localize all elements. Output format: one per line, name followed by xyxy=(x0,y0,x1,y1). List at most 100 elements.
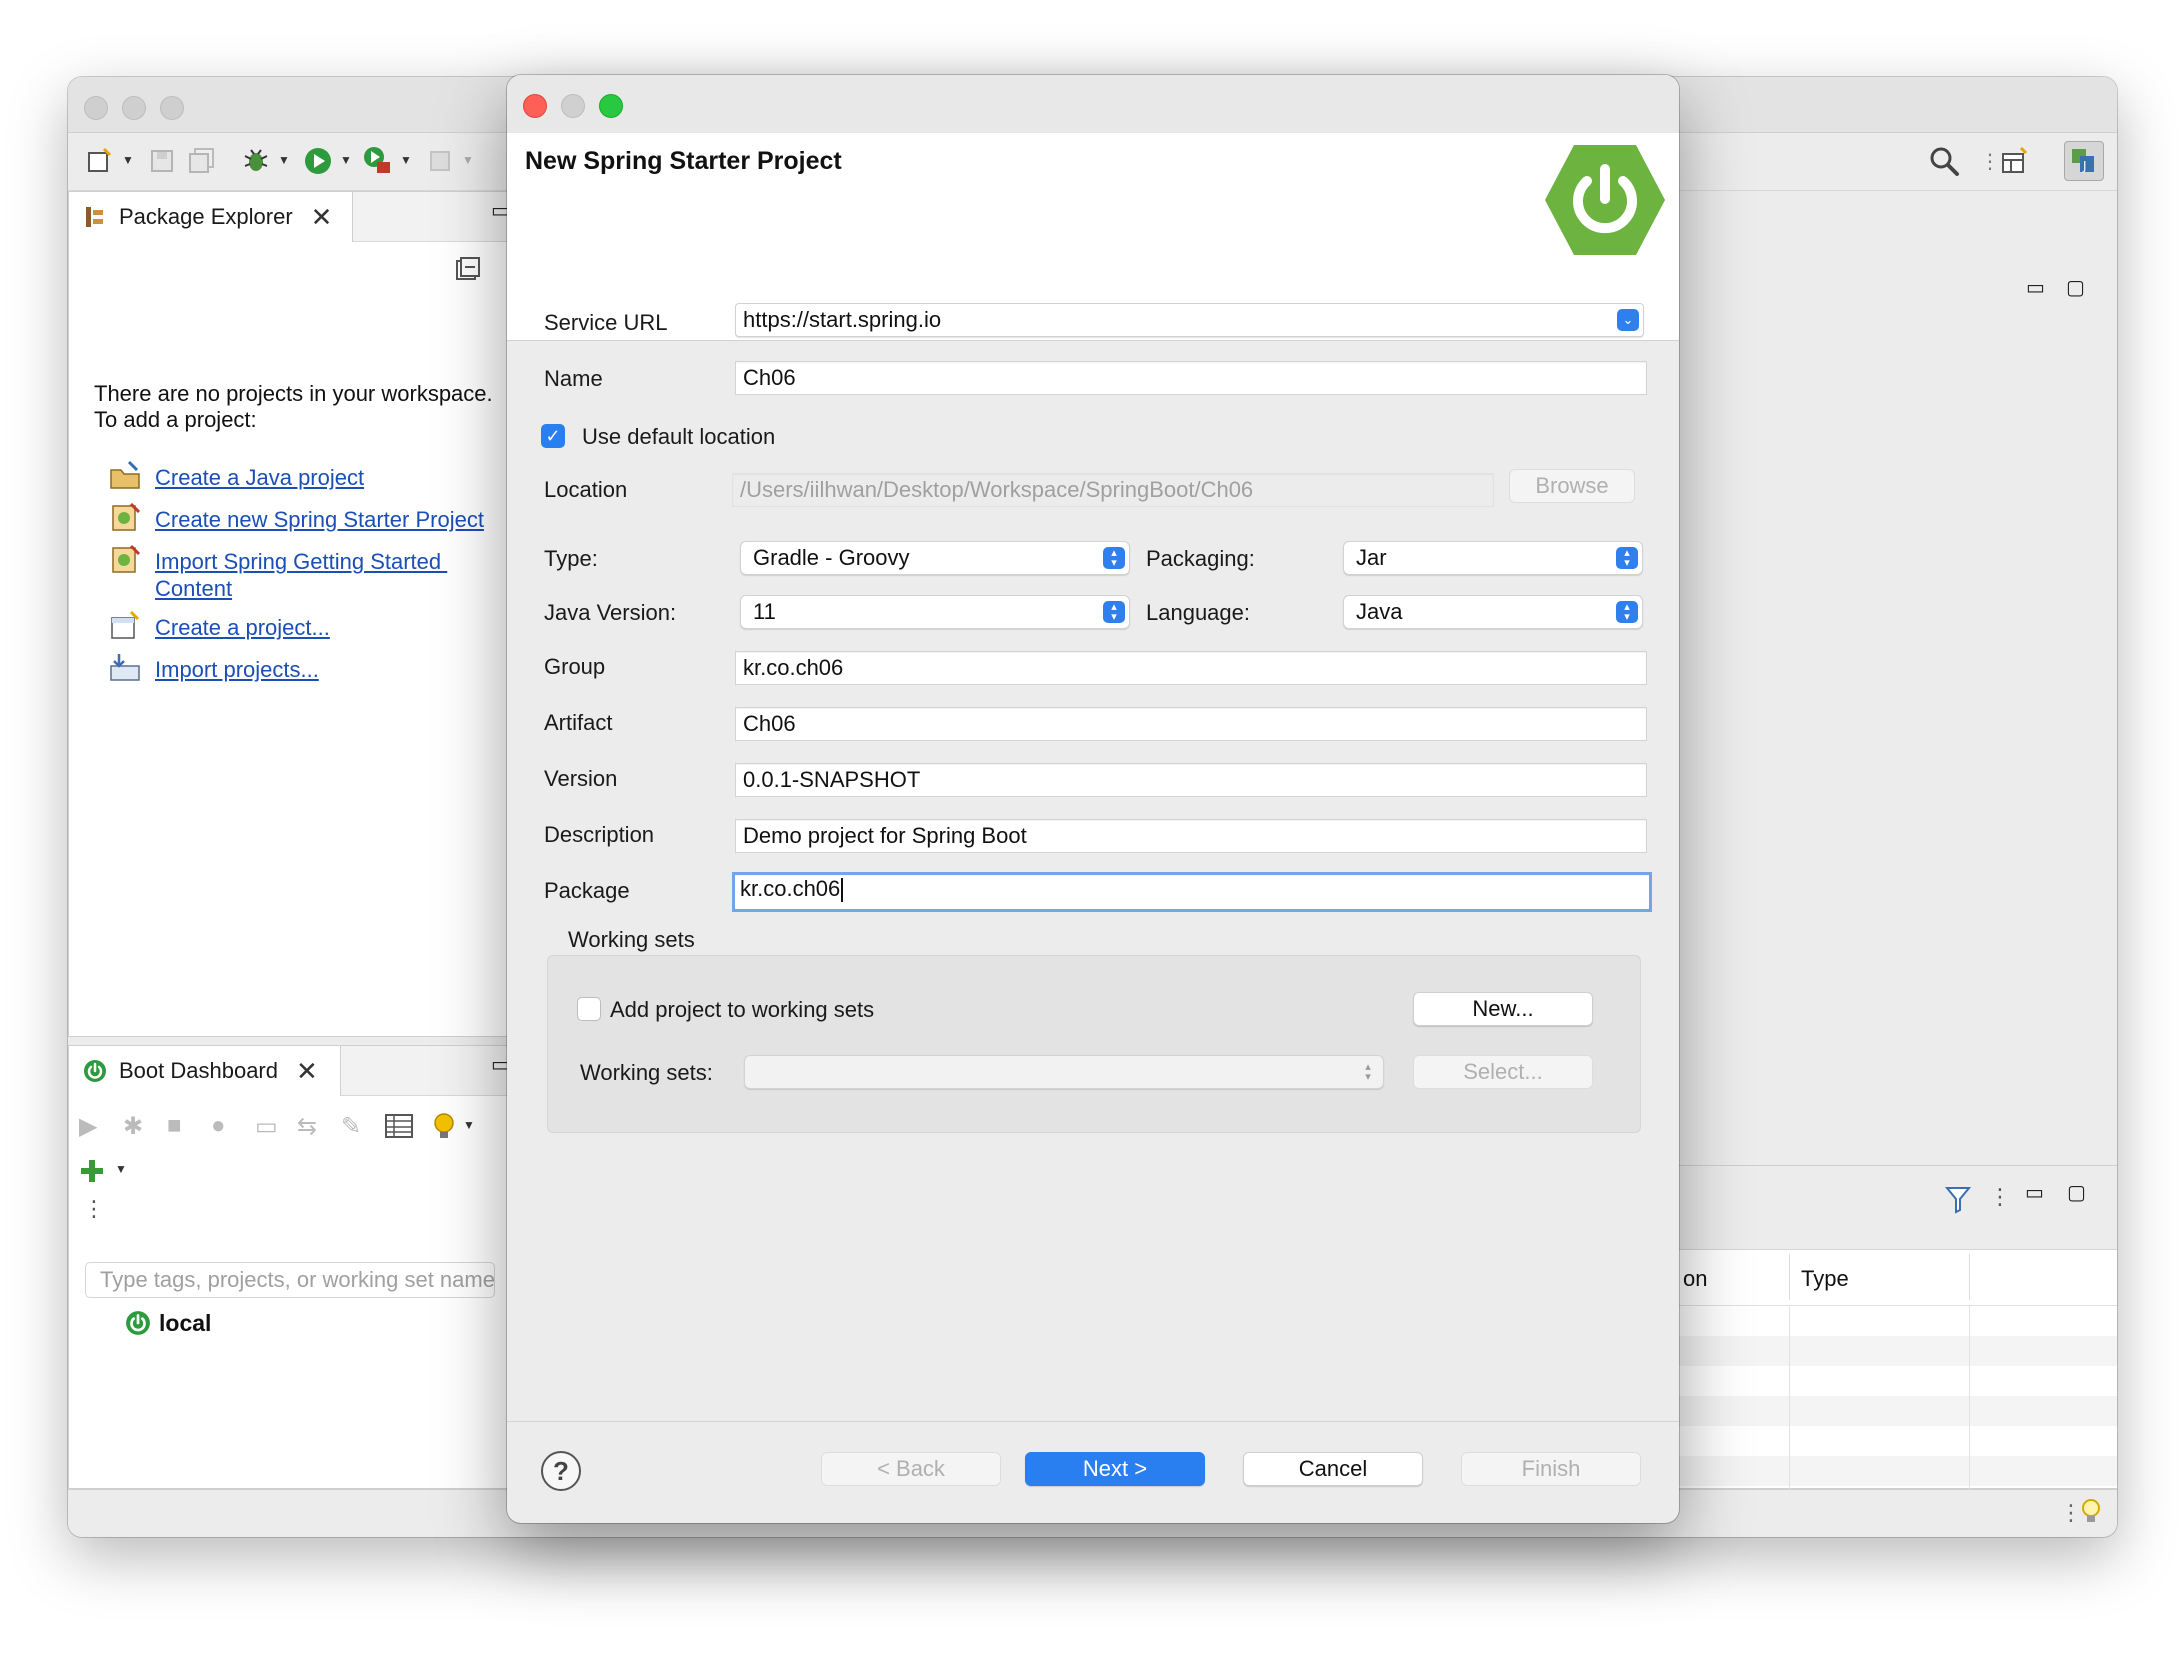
java-version-select[interactable]: 11 ▴ ▾ xyxy=(740,595,1130,629)
boot-dashboard-filter-input[interactable]: Type tags, projects, or working set name… xyxy=(85,1262,495,1298)
filter-icon[interactable] xyxy=(1944,1186,1972,1219)
dialog-zoom-button[interactable] xyxy=(599,94,623,118)
ide-zoom-button[interactable] xyxy=(160,96,184,120)
stop-icon[interactable] xyxy=(424,145,456,177)
tab-boot-dashboard[interactable]: Boot Dashboard ✕ xyxy=(69,1046,341,1096)
table-icon[interactable] xyxy=(385,1114,413,1143)
new-working-set-button[interactable]: New... xyxy=(1413,992,1593,1026)
table-row xyxy=(1677,1336,2117,1366)
type-select[interactable]: Gradle - Groovy ▴ ▾ xyxy=(740,541,1130,575)
maximize-view-icon[interactable]: ▢ xyxy=(2067,1180,2086,1205)
package-value: kr.co.ch06 xyxy=(740,876,841,901)
location-field[interactable]: /Users/iilhwan/Desktop/Workspace/SpringB… xyxy=(732,473,1494,507)
collapse-all-icon[interactable] xyxy=(455,256,481,287)
create-spring-starter-project-link[interactable]: Create new Spring Starter Project xyxy=(155,506,484,533)
import-projects-icon xyxy=(109,652,143,682)
name-field[interactable]: Ch06 xyxy=(735,361,1647,395)
package-explorer-panel: Package Explorer ✕ ▭ There are no projec… xyxy=(68,191,514,1037)
artifact-field[interactable]: Ch06 xyxy=(735,707,1647,741)
debug-start-icon[interactable]: ✱ xyxy=(123,1112,143,1141)
start-icon[interactable]: ▶ xyxy=(79,1112,97,1141)
external-tool-dropdown-icon[interactable]: ▼ xyxy=(400,153,412,167)
spring-guides-icon xyxy=(109,544,143,574)
new-icon[interactable] xyxy=(84,145,116,177)
save-icon[interactable] xyxy=(146,145,178,177)
close-icon[interactable]: ✕ xyxy=(296,1056,318,1087)
save-all-icon[interactable] xyxy=(186,145,218,177)
debug-dropdown-icon[interactable]: ▼ xyxy=(278,153,290,167)
help-button[interactable]: ? xyxy=(541,1451,581,1491)
cancel-button[interactable]: Cancel xyxy=(1243,1452,1423,1486)
description-field[interactable]: Demo project for Spring Boot xyxy=(735,819,1647,853)
create-java-project-link[interactable]: Create a Java project xyxy=(155,464,364,491)
working-sets-combo[interactable]: ▴ ▾ xyxy=(744,1055,1384,1089)
service-url-combo[interactable]: https://start.spring.io ⌄ xyxy=(735,303,1644,337)
view-menu-icon[interactable]: ⋮ xyxy=(1989,1184,2011,1210)
footer-separator xyxy=(507,1421,1679,1422)
spring-starter-project-icon xyxy=(109,502,143,532)
debug-icon[interactable] xyxy=(240,145,272,177)
type-label: Type: xyxy=(544,546,598,571)
search-icon[interactable] xyxy=(1928,145,1960,177)
problems-panel: ⋮ ▭ ▢ on Type xyxy=(1676,1165,2117,1490)
edit-icon[interactable]: ✎ xyxy=(341,1112,361,1141)
dialog-minimize-button[interactable] xyxy=(561,94,585,118)
description-label: Description xyxy=(544,822,655,847)
minimize-editor-icon[interactable]: ▭ xyxy=(2026,275,2045,300)
tip-lightbulb-icon[interactable] xyxy=(2080,1498,2102,1533)
add-to-working-sets-checkbox[interactable] xyxy=(577,997,601,1021)
dialog-close-button[interactable] xyxy=(523,94,547,118)
finish-button[interactable]: Finish xyxy=(1461,1452,1641,1486)
select-working-sets-button[interactable]: Select... xyxy=(1413,1055,1593,1089)
stop-dropdown-icon[interactable]: ▼ xyxy=(462,153,474,167)
packaging-select[interactable]: Jar ▴ ▾ xyxy=(1343,541,1643,575)
maximize-editor-icon[interactable]: ▢ xyxy=(2066,275,2085,300)
back-button[interactable]: < Back xyxy=(821,1452,1001,1486)
lightbulb-dropdown-icon[interactable]: ▼ xyxy=(463,1118,475,1132)
tab-package-explorer[interactable]: Package Explorer ✕ xyxy=(69,192,353,242)
column-header-location[interactable]: on xyxy=(1683,1266,1707,1292)
open-perspective-icon[interactable] xyxy=(1998,145,2030,177)
version-field[interactable]: 0.0.1-SNAPSHOT xyxy=(735,763,1647,797)
local-target-label[interactable]: local xyxy=(159,1310,211,1337)
type-value: Gradle - Groovy xyxy=(753,545,910,570)
column-divider xyxy=(1969,1254,1970,1300)
status-more-icon[interactable]: ⋮ xyxy=(2060,1500,2082,1526)
close-icon[interactable]: ✕ xyxy=(311,202,333,233)
import-projects-link[interactable]: Import projects... xyxy=(155,656,319,683)
next-button[interactable]: Next > xyxy=(1025,1452,1205,1486)
java-perspective-icon[interactable]: J xyxy=(2064,141,2104,181)
add-target-icon[interactable] xyxy=(79,1158,105,1189)
lightbulb-icon[interactable] xyxy=(431,1112,457,1147)
ide-minimize-button[interactable] xyxy=(122,96,146,120)
add-target-dropdown-icon[interactable]: ▼ xyxy=(115,1162,127,1176)
open-browser-icon[interactable]: ● xyxy=(211,1112,226,1140)
spring-logo-icon xyxy=(1543,141,1667,259)
more-options-icon[interactable]: ⋮ xyxy=(83,1196,105,1222)
working-sets-label: Working sets: xyxy=(580,1060,713,1085)
refresh-icon[interactable]: ⇆ xyxy=(297,1112,317,1141)
package-field[interactable]: kr.co.ch06 xyxy=(732,872,1652,912)
working-sets-group xyxy=(547,955,1641,1133)
column-header-type[interactable]: Type xyxy=(1801,1266,1849,1292)
language-select[interactable]: Java ▴ ▾ xyxy=(1343,595,1643,629)
empty-workspace-message: There are no projects in your workspace. xyxy=(94,381,493,406)
ide-close-button[interactable] xyxy=(84,96,108,120)
packaging-value: Jar xyxy=(1356,545,1387,570)
group-field[interactable]: kr.co.ch06 xyxy=(735,651,1647,685)
run-dropdown-icon[interactable]: ▼ xyxy=(340,153,352,167)
new-dropdown-icon[interactable]: ▼ xyxy=(122,153,134,167)
service-url-label: Service URL xyxy=(544,310,668,335)
import-spring-guides-link-line2[interactable]: Content xyxy=(155,575,232,602)
updown-arrow-icon: ▴ ▾ xyxy=(1103,601,1125,623)
minimize-view-icon[interactable]: ▭ xyxy=(2025,1180,2044,1205)
create-project-link[interactable]: Create a project... xyxy=(155,614,330,641)
use-default-location-checkbox[interactable]: ✓ xyxy=(541,424,565,448)
run-external-tool-icon[interactable] xyxy=(362,145,394,177)
run-icon[interactable] xyxy=(302,145,334,177)
browse-button[interactable]: Browse xyxy=(1509,469,1635,503)
stop-icon[interactable]: ■ xyxy=(167,1112,182,1140)
import-spring-guides-link[interactable]: Import Spring Getting Started xyxy=(155,548,447,575)
console-icon[interactable]: ▭ xyxy=(255,1112,278,1141)
import-spring-guides-line1: Import Spring Getting Started xyxy=(155,549,448,574)
